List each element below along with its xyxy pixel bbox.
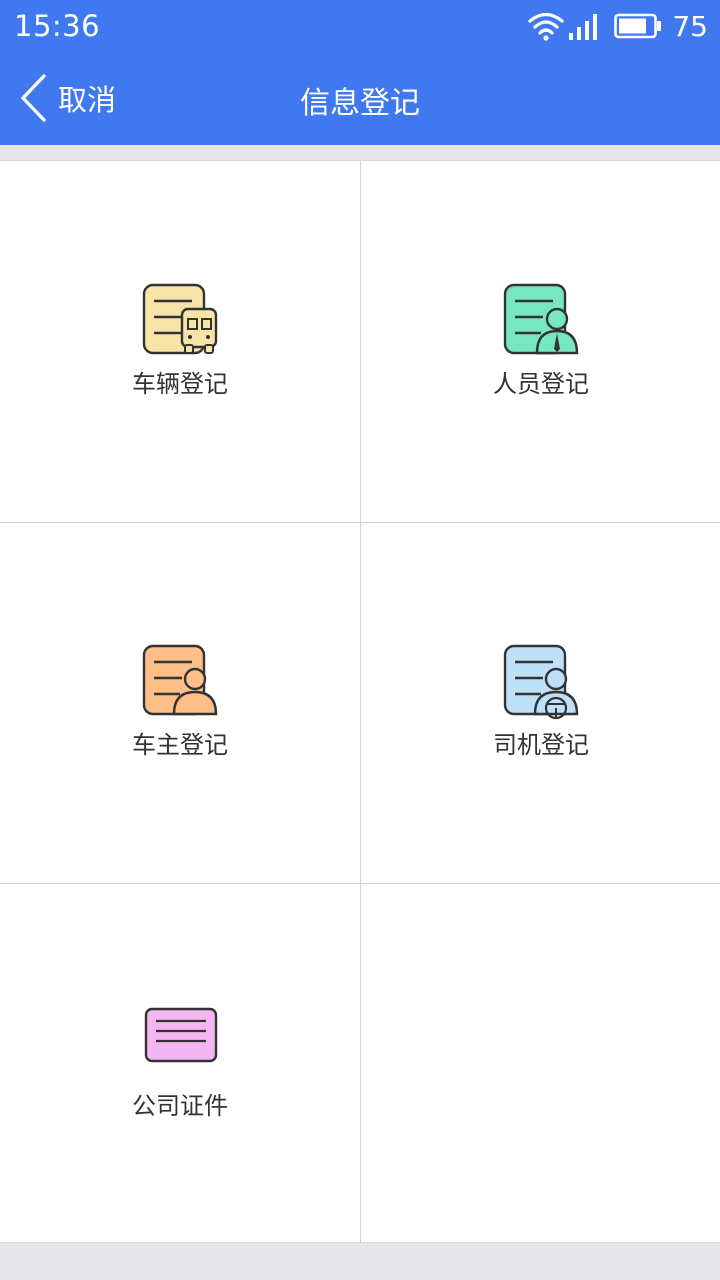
owner-registration-item[interactable]: 车主登记 [0, 522, 360, 883]
personnel-registration-icon [503, 283, 579, 355]
wifi-icon [528, 12, 564, 41]
spacer [0, 145, 720, 160]
signal-icon [569, 14, 598, 40]
vehicle-registration-label: 车辆登记 [132, 370, 228, 398]
owner-registration-icon [142, 644, 218, 716]
vehicle-registration-item[interactable]: 车辆登记 [0, 161, 360, 522]
company-certificate-item[interactable]: 公司证件 [0, 883, 360, 1244]
status-time: 15:36 [14, 9, 101, 43]
empty-cell [361, 883, 720, 1244]
personnel-registration-label: 人员登记 [493, 370, 589, 398]
driver-registration-icon [503, 644, 579, 720]
personnel-registration-item[interactable]: 人员登记 [361, 161, 720, 522]
battery-icon [614, 13, 662, 39]
company-certificate-icon [144, 1007, 218, 1063]
vehicle-registration-icon [142, 283, 218, 355]
battery-level: 75 [672, 9, 708, 43]
navbar: 取消 信息登记 [0, 52, 720, 145]
header: 15:36 75 取消 信息登记 [0, 0, 720, 145]
company-certificate-label: 公司证件 [132, 1092, 228, 1120]
driver-registration-label: 司机登记 [493, 731, 589, 759]
driver-registration-item[interactable]: 司机登记 [361, 522, 720, 883]
page-title: 信息登记 [300, 86, 420, 121]
status-bar: 15:36 75 [0, 0, 720, 52]
status-icons: 75 [528, 9, 708, 43]
registration-grid: 车辆登记 人员登记 车主登记 司机登记 公司证件 [0, 160, 720, 1244]
owner-registration-label: 车主登记 [132, 731, 228, 759]
footer [0, 1243, 720, 1280]
